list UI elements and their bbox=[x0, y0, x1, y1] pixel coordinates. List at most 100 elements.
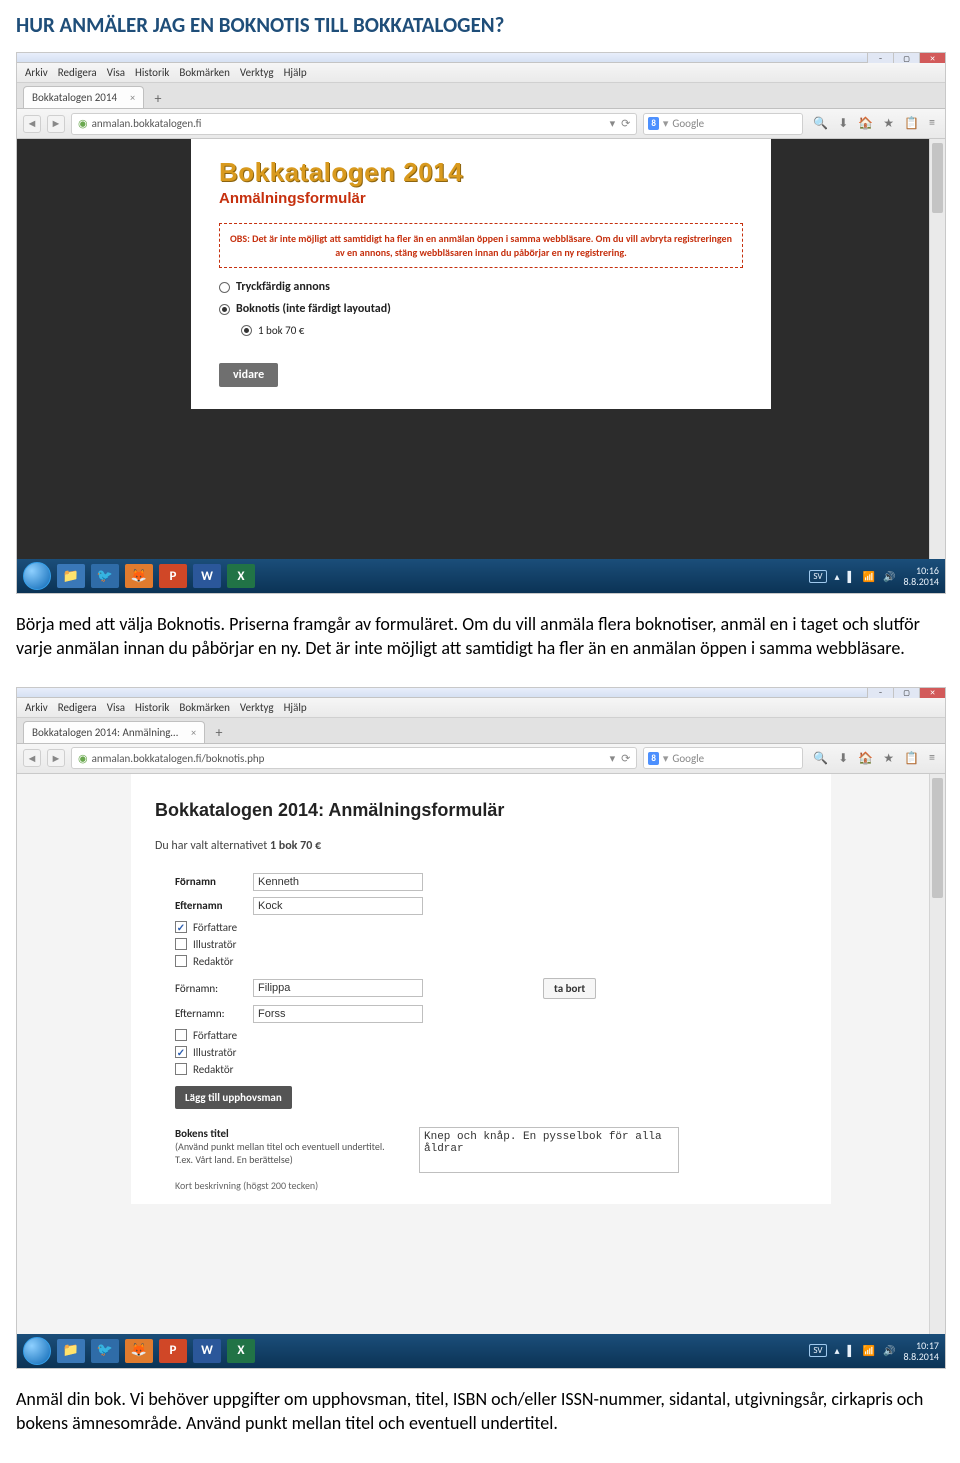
downloads-icon[interactable]: ⬇ bbox=[838, 751, 848, 766]
new-tab-button[interactable]: + bbox=[209, 723, 229, 743]
nav-forward-button[interactable]: ► bbox=[47, 749, 65, 767]
tray-network-icon[interactable]: 📶 bbox=[863, 1344, 875, 1357]
taskbar-firefox-icon[interactable]: 🦊 bbox=[125, 1339, 153, 1363]
option-boknotis-price[interactable]: 1 bok 70 € bbox=[241, 324, 743, 337]
bookmark-icon[interactable]: ★ bbox=[883, 116, 894, 131]
tray-show-hidden-icon[interactable]: ▴ bbox=[835, 1344, 840, 1357]
option-tryckfardig[interactable]: Tryckfärdig annons bbox=[219, 280, 743, 294]
menu-verktyg[interactable]: Verktyg bbox=[240, 701, 274, 714]
reload-icon[interactable]: ⟳ bbox=[621, 752, 630, 765]
window-minimize-button[interactable]: – bbox=[867, 688, 893, 698]
search-input[interactable]: 8 ▾ Google bbox=[643, 113, 803, 135]
tray-flag-icon[interactable]: ▌ bbox=[848, 570, 855, 583]
taskbar-excel-icon[interactable]: X bbox=[227, 1339, 255, 1363]
reader-mode-icon[interactable]: ▾ bbox=[610, 117, 616, 130]
menu-hjalp[interactable]: Hjälp bbox=[284, 66, 307, 79]
taskbar-clock[interactable]: 10:17 8.8.2014 bbox=[904, 1340, 939, 1362]
taskbar-explorer-icon[interactable]: 📁 bbox=[57, 564, 85, 588]
efternamn-input[interactable] bbox=[253, 897, 423, 915]
reader-mode-icon[interactable]: ▾ bbox=[610, 752, 616, 765]
menu-visa[interactable]: Visa bbox=[107, 66, 125, 79]
taskbar-excel-icon[interactable]: X bbox=[227, 564, 255, 588]
search-icon[interactable]: 🔍 bbox=[813, 751, 828, 766]
checkbox-illustrator[interactable]: Illustratör bbox=[175, 938, 807, 951]
tray-flag-icon[interactable]: ▌ bbox=[848, 1344, 855, 1357]
book-title-input[interactable] bbox=[419, 1127, 679, 1173]
new-tab-button[interactable]: + bbox=[148, 88, 168, 108]
browser-tab[interactable]: Bokkatalogen 2014 × bbox=[23, 86, 144, 108]
tray-network-icon[interactable]: 📶 bbox=[863, 570, 875, 583]
menu-arkiv[interactable]: Arkiv bbox=[25, 701, 48, 714]
vidare-button[interactable]: vidare bbox=[219, 363, 278, 387]
menu-bokmarken[interactable]: Bokmärken bbox=[179, 701, 230, 714]
taskbar-firefox-icon[interactable]: 🦊 bbox=[125, 564, 153, 588]
nav-back-button[interactable]: ◄ bbox=[23, 115, 41, 133]
taskbar-thunderbird-icon[interactable]: 🐦 bbox=[91, 1339, 119, 1363]
window-minimize-button[interactable]: – bbox=[867, 53, 893, 63]
option-boknotis[interactable]: Boknotis (inte färdigt layoutad) bbox=[219, 302, 743, 316]
menu-hjalp[interactable]: Hjälp bbox=[284, 701, 307, 714]
menu-historik[interactable]: Historik bbox=[135, 701, 169, 714]
tab-close-icon[interactable]: × bbox=[191, 726, 196, 739]
home-icon[interactable]: 🏠 bbox=[858, 751, 873, 766]
language-indicator[interactable]: SV bbox=[809, 570, 826, 583]
reload-icon[interactable]: ⟳ bbox=[621, 117, 630, 130]
tab-close-icon[interactable]: × bbox=[130, 91, 135, 104]
menu-icon[interactable]: ≡ bbox=[929, 751, 935, 766]
efternamn-input[interactable] bbox=[253, 1005, 423, 1023]
remove-person-button[interactable]: ta bort bbox=[543, 978, 596, 999]
form-card: Bokkatalogen 2014: Anmälningsformulär Du… bbox=[131, 774, 831, 1204]
fornamn-input[interactable] bbox=[253, 873, 423, 891]
search-icon[interactable]: 🔍 bbox=[813, 116, 828, 131]
menu-visa[interactable]: Visa bbox=[107, 701, 125, 714]
menu-redigera[interactable]: Redigera bbox=[58, 701, 97, 714]
checkbox-illustrator[interactable]: Illustratör bbox=[175, 1046, 807, 1059]
language-indicator[interactable]: SV bbox=[809, 1344, 826, 1357]
fornamn-input[interactable] bbox=[253, 979, 423, 997]
browser-tab[interactable]: Bokkatalogen 2014: Anmälning… × bbox=[23, 721, 205, 743]
taskbar-thunderbird-icon[interactable]: 🐦 bbox=[91, 564, 119, 588]
downloads-icon[interactable]: ⬇ bbox=[838, 116, 848, 131]
menu-icon[interactable]: ≡ bbox=[929, 116, 935, 131]
tray-volume-icon[interactable]: 🔊 bbox=[883, 570, 895, 583]
tray-volume-icon[interactable]: 🔊 bbox=[883, 1344, 895, 1357]
checkbox-forfattare[interactable]: Författare bbox=[175, 921, 807, 934]
nav-forward-button[interactable]: ► bbox=[47, 115, 65, 133]
scrollbar[interactable] bbox=[929, 774, 945, 1334]
clock-date: 8.8.2014 bbox=[904, 576, 939, 587]
taskbar-word-icon[interactable]: W bbox=[193, 1339, 221, 1363]
menu-arkiv[interactable]: Arkiv bbox=[25, 66, 48, 79]
taskbar-powerpoint-icon[interactable]: P bbox=[159, 564, 187, 588]
window-close-button[interactable]: ✕ bbox=[919, 688, 945, 698]
nav-back-button[interactable]: ◄ bbox=[23, 749, 41, 767]
scrollbar[interactable] bbox=[929, 139, 945, 559]
menu-verktyg[interactable]: Verktyg bbox=[240, 66, 274, 79]
url-input[interactable]: ◉ anmalan.bokkatalogen.fi ▾ ⟳ bbox=[71, 113, 637, 135]
window-maximize-button[interactable]: ▢ bbox=[893, 53, 919, 63]
start-button[interactable] bbox=[23, 1337, 51, 1365]
checkbox-redaktor[interactable]: Redaktör bbox=[175, 955, 807, 968]
start-button[interactable] bbox=[23, 562, 51, 590]
window-close-button[interactable]: ✕ bbox=[919, 53, 945, 63]
add-person-button[interactable]: Lägg till upphovsman bbox=[175, 1086, 292, 1109]
clipboard-icon[interactable]: 📋 bbox=[904, 116, 919, 131]
url-input[interactable]: ◉ anmalan.bokkatalogen.fi/boknotis.php ▾… bbox=[71, 747, 637, 769]
scrollbar-thumb[interactable] bbox=[932, 143, 943, 213]
menu-redigera[interactable]: Redigera bbox=[58, 66, 97, 79]
radio-icon bbox=[241, 325, 252, 336]
taskbar-word-icon[interactable]: W bbox=[193, 564, 221, 588]
checkbox-redaktor[interactable]: Redaktör bbox=[175, 1063, 807, 1076]
taskbar-clock[interactable]: 10:16 8.8.2014 bbox=[904, 565, 939, 587]
tray-show-hidden-icon[interactable]: ▴ bbox=[835, 570, 840, 583]
window-maximize-button[interactable]: ▢ bbox=[893, 688, 919, 698]
scrollbar-thumb[interactable] bbox=[932, 778, 943, 898]
search-input[interactable]: 8 ▾ Google bbox=[643, 747, 803, 769]
home-icon[interactable]: 🏠 bbox=[858, 116, 873, 131]
taskbar-explorer-icon[interactable]: 📁 bbox=[57, 1339, 85, 1363]
checkbox-forfattare[interactable]: Författare bbox=[175, 1029, 807, 1042]
clipboard-icon[interactable]: 📋 bbox=[904, 751, 919, 766]
bookmark-icon[interactable]: ★ bbox=[883, 751, 894, 766]
taskbar-powerpoint-icon[interactable]: P bbox=[159, 1339, 187, 1363]
menu-historik[interactable]: Historik bbox=[135, 66, 169, 79]
menu-bokmarken[interactable]: Bokmärken bbox=[179, 66, 230, 79]
